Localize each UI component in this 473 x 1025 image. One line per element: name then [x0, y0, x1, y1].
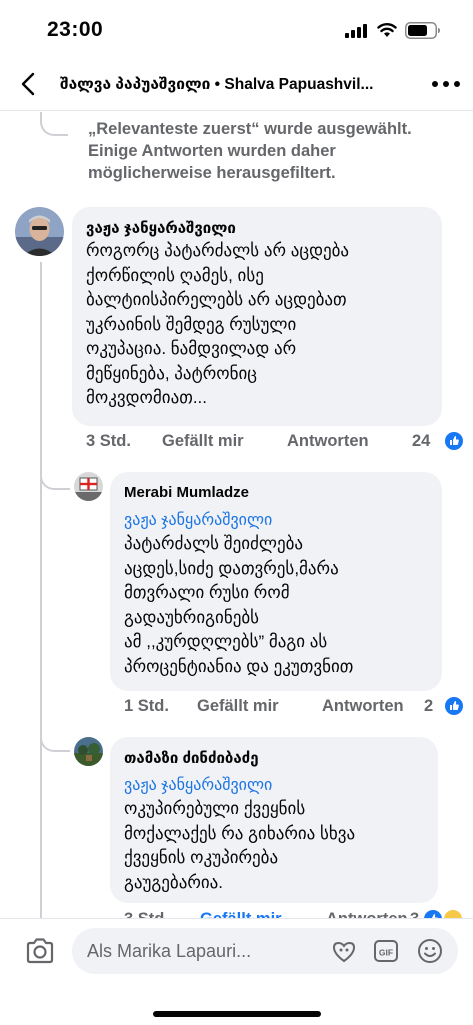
thread-connector	[40, 112, 68, 136]
emoji-icon[interactable]	[416, 937, 444, 965]
camera-icon[interactable]	[24, 936, 56, 966]
like-button[interactable]: Gefällt mir	[197, 697, 279, 716]
post-header: შალვა პაპუაშვილი • Shalva Papuashvil...	[0, 58, 473, 111]
comment-input-placeholder: Als Marika Lapauri...	[87, 941, 252, 961]
avatar[interactable]	[15, 207, 64, 256]
reaction-count[interactable]: 24	[412, 432, 430, 451]
thread-connector	[40, 440, 70, 490]
avatar[interactable]	[74, 737, 103, 766]
comment-composer: Als Marika Lapauri... GIF	[0, 918, 473, 1025]
page-title: შალვა პაპუაშვილი • Shalva Papuashvil...	[60, 76, 374, 93]
status-bar: 23:00	[0, 0, 473, 58]
comment-bubble: ვაჟა ჯანყარაშვილი როგორც პატარძალს არ აც…	[72, 207, 442, 426]
comment-text: როგორც პატარძალს არ აცდება ქორწილის ღამე…	[86, 241, 350, 407]
comment-time[interactable]: 3 Std.	[86, 432, 131, 451]
mention-link[interactable]: ვაჟა ჯანყარაშვილი	[124, 510, 272, 530]
comment-author[interactable]: ვაჟა ჯანყარაშვილი	[86, 219, 236, 237]
comment-bubble: თამაზი ძინძიბაძე ვაჟა ჯანყარაშვილი ოკუპი…	[110, 737, 438, 903]
like-button[interactable]: Gefällt mir	[162, 432, 244, 451]
reply-button[interactable]: Antworten	[287, 432, 369, 451]
avatar[interactable]	[74, 472, 103, 501]
reply-button[interactable]: Antworten	[322, 697, 404, 716]
avatar-sticker-icon[interactable]	[330, 937, 358, 965]
gif-icon[interactable]: GIF	[372, 937, 400, 965]
svg-text:GIF: GIF	[379, 948, 393, 958]
comment-text: პატარძალს შეიძლება აცდეს,სიძე დათვრეს,მა…	[124, 534, 354, 676]
like-thumb-icon	[445, 697, 463, 715]
more-dots-icon[interactable]	[430, 76, 462, 92]
wifi-icon	[377, 23, 397, 37]
comment-author[interactable]: Merabi Mumladze	[124, 484, 249, 501]
status-time: 23:00	[47, 18, 104, 41]
chevron-left-icon[interactable]	[14, 69, 44, 99]
home-indicator[interactable]	[153, 1011, 321, 1017]
comment-bubble: Merabi Mumladze ვაჟა ჯანყარაშვილი პატარძ…	[110, 472, 442, 691]
comment-input[interactable]: Als Marika Lapauri... GIF	[72, 928, 458, 974]
comment-text: ოკუპირებული ქვეყნის მოქალაქეს რა გიხარია…	[124, 799, 356, 892]
comment-time[interactable]: 1 Std.	[124, 697, 169, 716]
cellular-signal-icon	[345, 24, 367, 38]
filter-notice: „Relevanteste zuerst“ wurde ausgewählt. …	[88, 120, 412, 182]
reaction-count[interactable]: 2	[424, 697, 433, 716]
mention-link[interactable]: ვაჟა ჯანყარაშვილი	[124, 775, 272, 795]
battery-icon	[405, 22, 440, 39]
thread-connector	[40, 488, 70, 752]
comment-author[interactable]: თამაზი ძინძიბაძე	[124, 749, 259, 767]
like-thumb-icon	[445, 432, 463, 450]
